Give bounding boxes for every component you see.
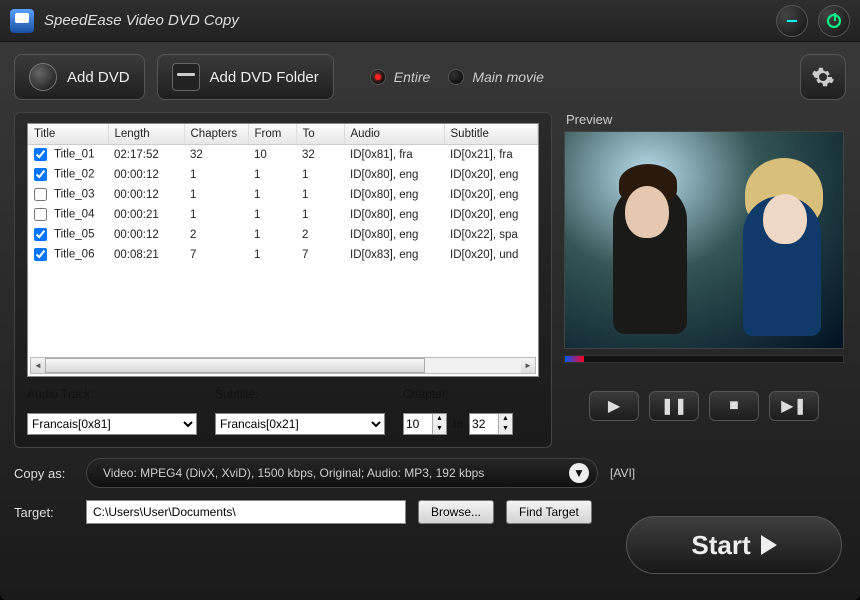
subtitle-label: Subtitle: [215,387,385,401]
preview-seek-bar[interactable] [564,355,844,363]
power-icon [827,14,841,28]
row-checkbox[interactable] [34,188,47,201]
start-button[interactable]: Start [626,516,842,574]
table-row[interactable]: Title_0500:00:12212ID[0x80], engID[0x22]… [28,225,538,245]
row-checkbox[interactable] [34,248,47,261]
gear-icon [811,65,835,89]
scroll-left-arrow-icon[interactable]: ◄ [31,358,45,373]
app-logo-icon [10,9,34,33]
row-checkbox[interactable] [34,148,47,161]
add-dvd-button[interactable]: Add DVD [14,54,145,100]
chapter-label: Chapter: [403,387,449,401]
col-title[interactable]: Title [28,124,108,145]
chapter-to-spinner[interactable]: ▲▼ [469,413,513,435]
row-checkbox[interactable] [34,168,47,181]
subtitle-select[interactable]: Francais[0x21] [215,413,385,435]
row-checkbox[interactable] [34,208,47,221]
mode-entire-label: Entire [394,69,431,85]
chapter-to-label: to [453,417,463,431]
col-length[interactable]: Length [108,124,184,145]
add-dvd-folder-button[interactable]: Add DVD Folder [157,54,334,100]
chevron-down-icon: ▼ [573,466,585,480]
titles-table: Title Length Chapters From To Audio Subt… [28,124,538,265]
preview-video[interactable] [564,131,844,349]
col-from[interactable]: From [248,124,296,145]
chapter-from-spinner[interactable]: ▲▼ [403,413,447,435]
play-triangle-icon [761,535,777,555]
preview-label: Preview [564,112,844,127]
title-bar: SpeedEase Video DVD Copy [0,0,860,42]
add-dvd-folder-label: Add DVD Folder [210,69,319,86]
spin-up-icon[interactable]: ▲ [433,414,446,424]
titles-table-wrap: Title Length Chapters From To Audio Subt… [27,123,539,377]
minimize-button[interactable] [776,5,808,37]
preview-panel: Preview ▶ ❚❚ ■ ▶❚ [564,112,844,448]
radio-on-icon [370,69,386,85]
bottom-panel: Copy as: Video: MPEG4 (DivX, XviD), 1500… [0,448,860,524]
copy-profile-dropdown[interactable]: ▼ [569,463,589,483]
titles-panel: Title Length Chapters From To Audio Subt… [14,112,552,448]
find-target-button[interactable]: Find Target [506,500,592,524]
scroll-thumb[interactable] [45,358,425,373]
main-toolbar: Add DVD Add DVD Folder Entire Main movie [0,42,860,112]
copy-as-label: Copy as: [14,466,74,481]
start-label: Start [691,530,750,561]
radio-off-icon [448,69,464,85]
audio-track-select[interactable]: Francais[0x81] [27,413,197,435]
app-title: SpeedEase Video DVD Copy [44,12,239,29]
seek-progress [565,356,584,362]
close-button[interactable] [818,5,850,37]
play-icon: ▶ [608,396,620,416]
chapter-to-input[interactable] [470,414,498,434]
pause-icon: ❚❚ [661,396,688,416]
target-label: Target: [14,505,74,520]
table-h-scrollbar[interactable]: ◄ ► [30,357,536,374]
col-subtitle[interactable]: Subtitle [444,124,538,145]
audio-track-label: Audio Track: [27,387,197,401]
snapshot-icon: ▶❚ [781,396,807,416]
stop-icon: ■ [729,397,739,415]
folder-icon [172,63,200,91]
mode-entire-radio[interactable]: Entire [370,69,431,85]
spin-down-icon[interactable]: ▼ [433,424,446,434]
target-path-input[interactable] [86,500,406,524]
app-window: SpeedEase Video DVD Copy Add DVD Add DVD… [0,0,860,600]
disc-icon [29,63,57,91]
spin-up-icon[interactable]: ▲ [499,414,512,424]
pause-button[interactable]: ❚❚ [649,391,699,421]
preview-controls: ▶ ❚❚ ■ ▶❚ [564,391,844,421]
table-row[interactable]: Title_0300:00:12111ID[0x80], engID[0x20]… [28,185,538,205]
play-button[interactable]: ▶ [589,391,639,421]
spin-down-icon[interactable]: ▼ [499,424,512,434]
copy-profile-summary: Video: MPEG4 (DivX, XviD), 1500 kbps, Or… [103,466,484,480]
col-audio[interactable]: Audio [344,124,444,145]
table-row[interactable]: Title_0102:17:52321032ID[0x81], fraID[0x… [28,145,538,165]
browse-button[interactable]: Browse... [418,500,494,524]
minimize-icon [787,20,797,22]
settings-button[interactable] [800,54,846,100]
mode-main-label: Main movie [472,69,544,85]
add-dvd-label: Add DVD [67,69,130,86]
scroll-right-arrow-icon[interactable]: ► [521,358,535,373]
stop-button[interactable]: ■ [709,391,759,421]
copy-profile-bar[interactable]: Video: MPEG4 (DivX, XviD), 1500 kbps, Or… [86,458,598,488]
table-row[interactable]: Title_0600:08:21717ID[0x83], engID[0x20]… [28,245,538,265]
copy-format-tag: [AVI] [610,466,635,480]
titles-header-row: Title Length Chapters From To Audio Subt… [28,124,538,145]
chapter-from-input[interactable] [404,414,432,434]
table-row[interactable]: Title_0200:00:12111ID[0x80], engID[0x20]… [28,165,538,185]
copy-mode-group: Entire Main movie [370,69,544,85]
col-chapters[interactable]: Chapters [184,124,248,145]
row-checkbox[interactable] [34,228,47,241]
snapshot-button[interactable]: ▶❚ [769,391,819,421]
table-row[interactable]: Title_0400:00:21111ID[0x80], engID[0x20]… [28,205,538,225]
mode-main-radio[interactable]: Main movie [448,69,544,85]
col-to[interactable]: To [296,124,344,145]
